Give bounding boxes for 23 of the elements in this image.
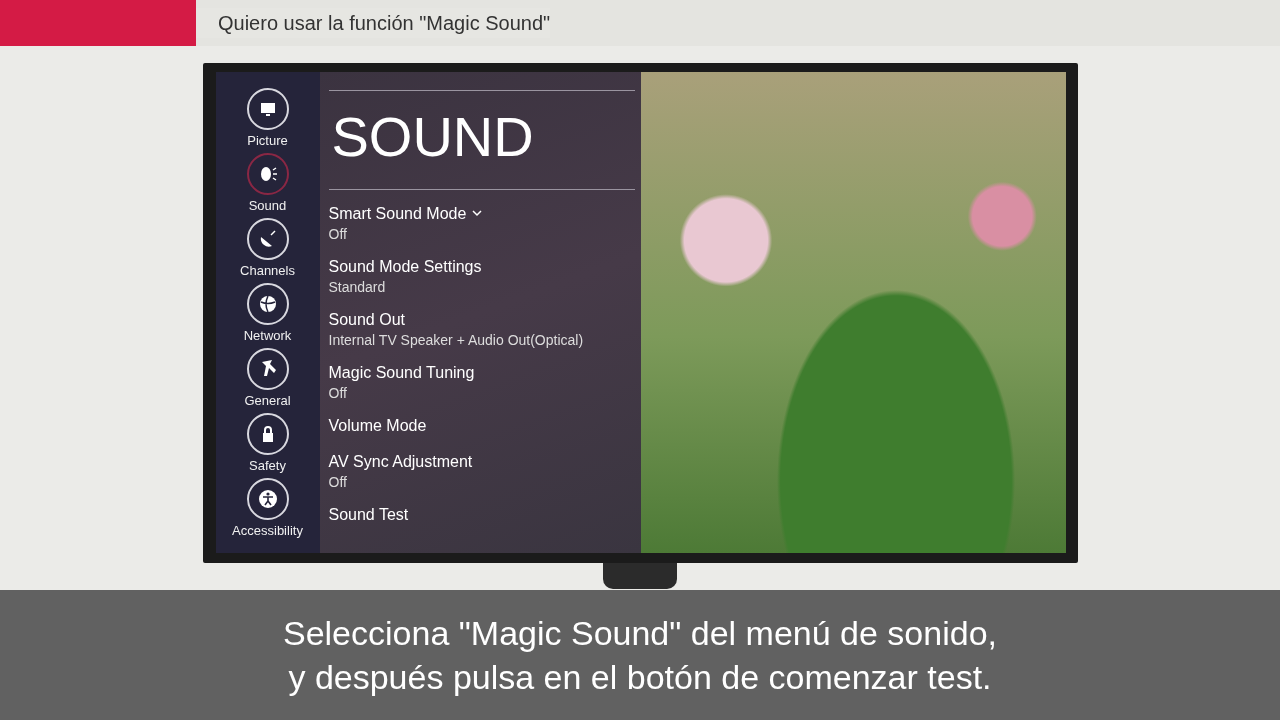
sidebar-item[interactable]: Channels bbox=[217, 218, 318, 280]
sidebar-item[interactable]: Safety bbox=[217, 413, 318, 475]
menu-item-value: Off bbox=[328, 474, 348, 491]
menu-item-value: Internal TV Speaker + Audio Out(Optical) bbox=[328, 332, 585, 349]
menu-item[interactable]: Volume Mode bbox=[328, 416, 427, 435]
menu-item-value: Off bbox=[328, 385, 348, 402]
menu-item[interactable]: Smart Sound Mode bbox=[328, 204, 483, 223]
sidebar-item[interactable]: General bbox=[217, 348, 318, 410]
menu-item-value: Off bbox=[328, 226, 348, 243]
subtitle-text: Selecciona "Magic Sound" del menú de sonido, bbox=[282, 613, 997, 654]
menu-title: SOUND bbox=[331, 107, 535, 167]
sidebar-item[interactable]: Accessibility bbox=[217, 478, 318, 540]
menu-item-value: Standard bbox=[328, 279, 387, 296]
sidebar-item[interactable]: Sound bbox=[217, 153, 318, 215]
menu-item[interactable]: Sound Out bbox=[328, 310, 405, 329]
sidebar-item[interactable]: Network bbox=[217, 283, 318, 345]
menu-item[interactable]: Sound Test bbox=[328, 505, 409, 524]
menu-item[interactable]: AV Sync Adjustment bbox=[328, 452, 473, 471]
chevron-down-icon bbox=[472, 210, 483, 217]
menu-item[interactable]: Sound Mode Settings bbox=[328, 257, 482, 276]
menu-item[interactable]: Magic Sound Tuning bbox=[328, 363, 475, 382]
subtitle-text: y después pulsa en el botón de comenzar test. bbox=[288, 657, 992, 698]
sidebar-item[interactable]: Picture bbox=[217, 88, 318, 150]
